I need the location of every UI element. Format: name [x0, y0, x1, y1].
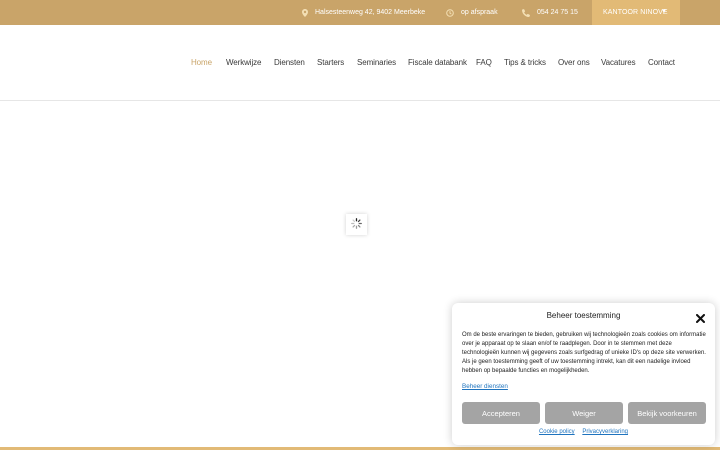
nav-tips-tricks[interactable]: Tips & tricks: [504, 58, 546, 67]
map-marker-icon: [302, 8, 308, 17]
deny-button[interactable]: Weiger: [545, 402, 623, 424]
phone-icon: [522, 8, 530, 17]
nav-over-ons[interactable]: Over ons: [558, 58, 590, 67]
appointment-text: op afspraak: [461, 9, 498, 16]
cookie-title: Beheer toestemming: [546, 311, 621, 320]
close-icon[interactable]: [696, 310, 705, 323]
privacy-statement-link[interactable]: Privacyverklaring: [582, 429, 628, 435]
phone-info[interactable]: 054 24 75 15: [522, 0, 578, 25]
nav-vacatures[interactable]: Vacatures: [601, 58, 636, 67]
nav-contact[interactable]: Contact: [648, 58, 675, 67]
cookie-body-text: Om de beste ervaringen te bieden, gebrui…: [462, 332, 706, 374]
manage-services-link[interactable]: Beheer diensten: [462, 383, 508, 390]
site-header: Home Werkwijze Diensten Starters Seminar…: [0, 25, 720, 101]
address-text: Halsesteenweg 42, 9402 Meerbeke: [315, 9, 426, 16]
office-selector-label: KANTOOR NINOVE: [603, 9, 668, 16]
loading-spinner-icon: [351, 216, 362, 234]
address-info[interactable]: Halsesteenweg 42, 9402 Meerbeke: [302, 0, 425, 25]
accept-button[interactable]: Accepteren: [462, 402, 540, 424]
nav-diensten[interactable]: Diensten: [274, 58, 305, 67]
caret-down-icon: ▼: [660, 9, 667, 15]
cookie-policy-link[interactable]: Cookie policy: [539, 429, 575, 435]
phone-text: 054 24 75 15: [537, 9, 578, 16]
cookie-consent-dialog: Beheer toestemming Om de beste ervaringe…: [452, 303, 715, 445]
cookie-footer-links: Cookie policy Privacyverklaring: [452, 429, 715, 435]
view-preferences-button[interactable]: Bekijk voorkeuren: [628, 402, 706, 424]
top-bar: Halsesteenweg 42, 9402 Meerbeke op afspr…: [0, 0, 720, 25]
office-selector[interactable]: KANTOOR NINOVE ▼: [592, 0, 680, 25]
main-nav: Home Werkwijze Diensten Starters Seminar…: [0, 58, 720, 70]
nav-home[interactable]: Home: [191, 58, 212, 67]
loading-spinner: [346, 214, 367, 235]
clock-icon: [446, 8, 454, 17]
nav-werkwijze[interactable]: Werkwijze: [226, 58, 262, 67]
nav-starters[interactable]: Starters: [317, 58, 344, 67]
nav-faq[interactable]: FAQ: [476, 58, 492, 67]
nav-fiscale-databank[interactable]: Fiscale databank: [408, 58, 467, 67]
appointment-info: op afspraak: [446, 0, 498, 25]
nav-seminaries[interactable]: Seminaries: [357, 58, 396, 67]
